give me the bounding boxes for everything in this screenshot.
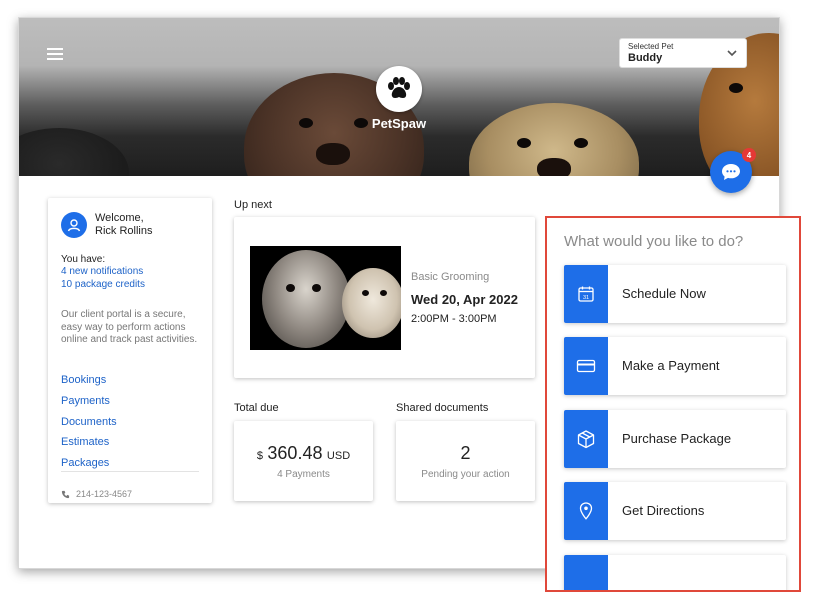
user-name: Rick Rollins <box>95 225 153 237</box>
portal-description: Our client portal is a secure, easy way … <box>61 309 198 345</box>
screenshot-stage: PetSpaw Selected Pet Buddy 4 Welcome, Ri… <box>0 0 820 607</box>
divider <box>61 471 199 472</box>
credit-card-icon <box>564 337 608 395</box>
user-avatar-icon <box>61 212 87 238</box>
appointment-pet-photo <box>250 246 401 350</box>
you-have-label: You have: <box>61 254 106 265</box>
banner-dog-photo <box>469 103 639 176</box>
sidebar-item-bookings[interactable]: Bookings <box>61 374 106 386</box>
schedule-now-button[interactable]: 31 Schedule Now <box>564 265 786 323</box>
phone-icon <box>61 490 70 498</box>
quick-actions-panel: What would you like to do? 31 Schedule N… <box>545 216 801 592</box>
make-payment-button[interactable]: Make a Payment <box>564 337 786 395</box>
payments-count: 4 Payments <box>277 469 330 480</box>
action-label: Purchase Package <box>622 431 732 446</box>
get-directions-button[interactable]: Get Directions <box>564 482 786 540</box>
svg-text:31: 31 <box>583 295 589 301</box>
unknown-icon <box>564 555 608 590</box>
selected-pet-dropdown[interactable]: Selected Pet Buddy <box>619 38 747 68</box>
notifications-link[interactable]: 4 new notifications <box>61 266 143 277</box>
header-banner: PetSpaw Selected Pet Buddy <box>19 18 779 176</box>
sidebar-item-payments[interactable]: Payments <box>61 395 110 407</box>
action-label: Get Directions <box>622 503 705 518</box>
chevron-down-icon <box>727 50 737 57</box>
appointment-time: 2:00PM - 3:00PM <box>411 313 497 325</box>
welcome-greeting: Welcome, <box>95 212 144 224</box>
brand-name: PetSpaw <box>371 116 427 131</box>
appointment-date: Wed 20, Apr 2022 <box>411 292 518 307</box>
sidebar-item-estimates[interactable]: Estimates <box>61 436 109 448</box>
shared-documents-heading: Shared documents <box>396 402 489 414</box>
sidebar-card: Welcome, Rick Rollins You have: 4 new no… <box>48 198 212 503</box>
upcoming-appointment-card[interactable]: Basic Grooming Wed 20, Apr 2022 2:00PM -… <box>234 217 535 378</box>
phone-number: 214-123-4567 <box>76 489 133 499</box>
location-pin-icon <box>564 482 608 540</box>
additional-action-button[interactable] <box>564 555 786 590</box>
welcome-text: Welcome, Rick Rollins <box>95 212 152 238</box>
chat-notification-badge: 4 <box>742 148 756 162</box>
chat-button[interactable]: 4 <box>710 148 756 193</box>
total-due-amount-row: $ 360.48 USD <box>234 443 373 464</box>
shared-documents-card[interactable]: 2 Pending your action <box>396 421 535 501</box>
currency-symbol: $ <box>256 450 263 462</box>
currency-unit: USD <box>326 450 351 462</box>
package-box-icon <box>564 410 608 468</box>
total-due-heading: Total due <box>234 402 279 414</box>
purchase-package-button[interactable]: Purchase Package <box>564 410 786 468</box>
sidebar-item-documents[interactable]: Documents <box>61 416 117 428</box>
shared-documents-count: 2 <box>460 443 471 463</box>
shared-documents-status: Pending your action <box>421 469 510 480</box>
sidebar-item-packages[interactable]: Packages <box>61 457 109 469</box>
selected-pet-label: Selected Pet <box>628 42 674 51</box>
chat-bubble-icon <box>722 164 740 180</box>
action-label: Schedule Now <box>622 286 706 301</box>
calendar-icon: 31 <box>564 265 608 323</box>
paw-logo-icon <box>376 66 422 112</box>
package-credits-link[interactable]: 10 package credits <box>61 279 145 290</box>
appointment-service: Basic Grooming <box>411 271 490 283</box>
total-due-amount: 360.48 <box>267 443 323 463</box>
phone-contact[interactable]: 214-123-4567 <box>61 489 132 499</box>
banner-dog-photo <box>19 128 129 176</box>
action-label: Make a Payment <box>622 358 720 373</box>
quick-actions-title: What would you like to do? <box>564 233 744 250</box>
up-next-heading: Up next <box>234 199 272 211</box>
selected-pet-value: Buddy <box>628 52 663 64</box>
total-due-card[interactable]: $ 360.48 USD 4 Payments <box>234 421 373 501</box>
hamburger-menu-icon[interactable] <box>47 48 63 62</box>
